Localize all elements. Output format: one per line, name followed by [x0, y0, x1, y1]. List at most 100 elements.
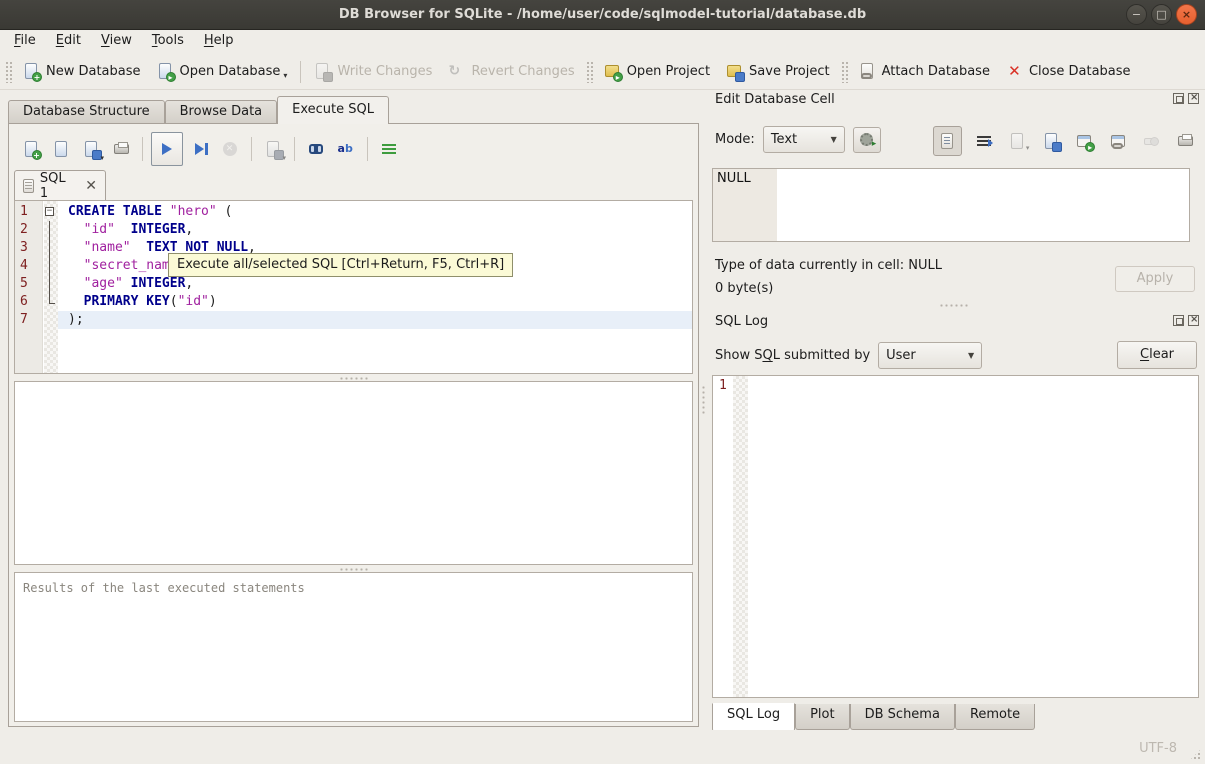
resize-grip-icon[interactable] [1189, 748, 1202, 761]
mode-select[interactable]: Text ▼ [762, 126, 845, 153]
save-sql-file-button[interactable]: ▾ [78, 135, 104, 163]
auto-completion-button[interactable]: ab [333, 135, 359, 163]
code-line[interactable]: 6 PRIMARY KEY("id") [15, 293, 692, 311]
toolbar-button-label: Attach Database [881, 64, 990, 79]
menu-edit[interactable]: Edit [46, 30, 91, 54]
print-cell-button[interactable] [1173, 129, 1197, 153]
editor-splitter[interactable] [14, 374, 693, 381]
code-text[interactable]: "age" INTEGER, [58, 275, 692, 293]
code-text[interactable]: PRIMARY KEY("id") [58, 293, 692, 311]
open-sql-file-button[interactable] [48, 135, 74, 163]
dock-tab-remote[interactable]: Remote [954, 704, 1036, 730]
printer-icon [113, 141, 130, 158]
tab-database-structure[interactable]: Database Structure [8, 100, 165, 124]
close-dock-icon[interactable] [1188, 92, 1199, 104]
toolbar-handle[interactable] [585, 60, 593, 83]
export-to-file-button[interactable] [1039, 129, 1063, 153]
dropdown-caret-icon[interactable]: ▾ [100, 154, 104, 162]
code-line[interactable]: 5 "age" INTEGER, [15, 275, 692, 293]
menu-tools[interactable]: Tools [142, 30, 194, 54]
dock-tab-sql-log[interactable]: SQL Log [712, 703, 796, 732]
code-line[interactable]: 2 "id" INTEGER, [15, 221, 692, 239]
open-in-external-button[interactable]: ▸ [1073, 129, 1097, 153]
sql-editor[interactable]: 1− CREATE TABLE "hero" (2 "id" INTEGER, 3 … [14, 200, 693, 374]
save-results-button[interactable]: ▾ [260, 135, 286, 163]
print-button[interactable] [108, 135, 134, 163]
titlebar[interactable]: DB Browser for SQLite - /home/user/code/… [0, 0, 1205, 30]
toolbar-separator [294, 137, 295, 161]
maximize-icon[interactable]: □ [1151, 4, 1172, 25]
wrap-icon [976, 133, 993, 150]
dock-section-splitter[interactable] [703, 301, 1205, 309]
open-gray-icon [1009, 132, 1026, 150]
mode-label: Mode: [715, 132, 755, 147]
toolbar-separator [251, 137, 252, 161]
copy-link-button[interactable] [1106, 129, 1130, 153]
results-splitter[interactable] [14, 565, 693, 572]
set-null-button[interactable] [1140, 129, 1164, 153]
word-wrap-button[interactable] [972, 129, 996, 153]
menu-view[interactable]: View [91, 30, 142, 54]
tooltip-text: Execute all/selected SQL [Ctrl+Return, F… [177, 257, 505, 272]
close-dock-icon[interactable] [1188, 314, 1199, 326]
fold-rail [43, 293, 58, 311]
page-text-icon [939, 132, 956, 150]
execute-current-line-button[interactable] [187, 135, 213, 163]
code-text[interactable]: ); [58, 311, 692, 329]
minimize-icon[interactable]: − [1126, 4, 1147, 25]
open-tab-button[interactable]: + [18, 135, 44, 163]
revert-changes-button[interactable]: ↻ Revert Changes [440, 59, 582, 84]
code-line[interactable]: 7); [15, 311, 692, 329]
tab-browse-data[interactable]: Browse Data [164, 100, 278, 124]
dock-splitter[interactable] [700, 385, 706, 419]
cell-editor[interactable]: NULL [712, 168, 1190, 242]
tab-close-icon[interactable]: ✕ [85, 178, 97, 194]
close-database-button[interactable]: ✕ Close Database [998, 59, 1139, 84]
mode-value: Text [770, 132, 798, 147]
float-dock-icon[interactable] [1173, 93, 1184, 104]
sql-toolbar: + ▾ ✕ ▾ ab [14, 129, 693, 169]
toolbar-button-label: Close Database [1028, 64, 1131, 79]
format-sql-button[interactable] [376, 135, 402, 163]
fold-minus-icon[interactable]: − [45, 207, 54, 216]
auto-mode-button[interactable] [852, 126, 881, 153]
encoding-indicator[interactable]: UTF-8 [1139, 741, 1177, 756]
stop-execution-button[interactable]: ✕ [217, 135, 243, 163]
apply-button[interactable]: Apply [1115, 266, 1195, 292]
tab-execute-sql[interactable]: Execute SQL [277, 96, 390, 124]
log-filter-select[interactable]: User ▼ [878, 341, 983, 369]
open-database-button[interactable]: ▸ Open Database ▾ [149, 59, 296, 84]
menu-file[interactable]: File [4, 30, 46, 54]
code-line[interactable]: 1 − CREATE TABLE "hero" ( [15, 203, 692, 221]
toolbar-separator [300, 60, 302, 83]
new-database-button[interactable]: + New Database [15, 59, 149, 84]
toolbar-handle[interactable] [840, 60, 848, 83]
dock-tab-db-schema[interactable]: DB Schema [849, 704, 955, 730]
clear-log-button[interactable]: Clear [1117, 341, 1197, 369]
text-mode-button[interactable] [932, 126, 963, 156]
find-button[interactable] [303, 135, 329, 163]
app-window: DB Browser for SQLite - /home/user/code/… [0, 0, 1205, 764]
open-project-button[interactable]: ▸ Open Project [596, 59, 718, 84]
fold-collapse-icon[interactable]: − [43, 203, 58, 221]
toolbar-button-label: New Database [46, 64, 141, 79]
sql-log-view[interactable]: 1 [712, 375, 1199, 698]
results-grid-pane [14, 381, 693, 565]
close-icon[interactable]: × [1176, 4, 1197, 25]
dropdown-caret-icon[interactable]: ▾ [282, 154, 286, 162]
tab-sql-1[interactable]: SQL 1 ✕ [14, 170, 106, 201]
execute-all-button[interactable] [151, 132, 183, 166]
menu-help[interactable]: Help [194, 30, 244, 54]
attach-database-button[interactable]: Attach Database [851, 59, 998, 84]
dock-tab-plot[interactable]: Plot [795, 704, 850, 730]
dropdown-caret-icon[interactable]: ▾ [283, 71, 287, 80]
code-text[interactable]: "id" INTEGER, [58, 221, 692, 239]
float-dock-icon[interactable] [1173, 315, 1184, 326]
code-text[interactable]: CREATE TABLE "hero" ( [58, 203, 692, 221]
toolbar-handle[interactable] [5, 60, 12, 83]
import-from-file-button[interactable]: ▾ [1006, 129, 1029, 153]
window-controls: − □ × [1126, 4, 1197, 25]
write-changes-button[interactable]: Write Changes [306, 59, 440, 84]
fold-rail [43, 275, 58, 293]
save-project-button[interactable]: Save Project [718, 59, 838, 84]
